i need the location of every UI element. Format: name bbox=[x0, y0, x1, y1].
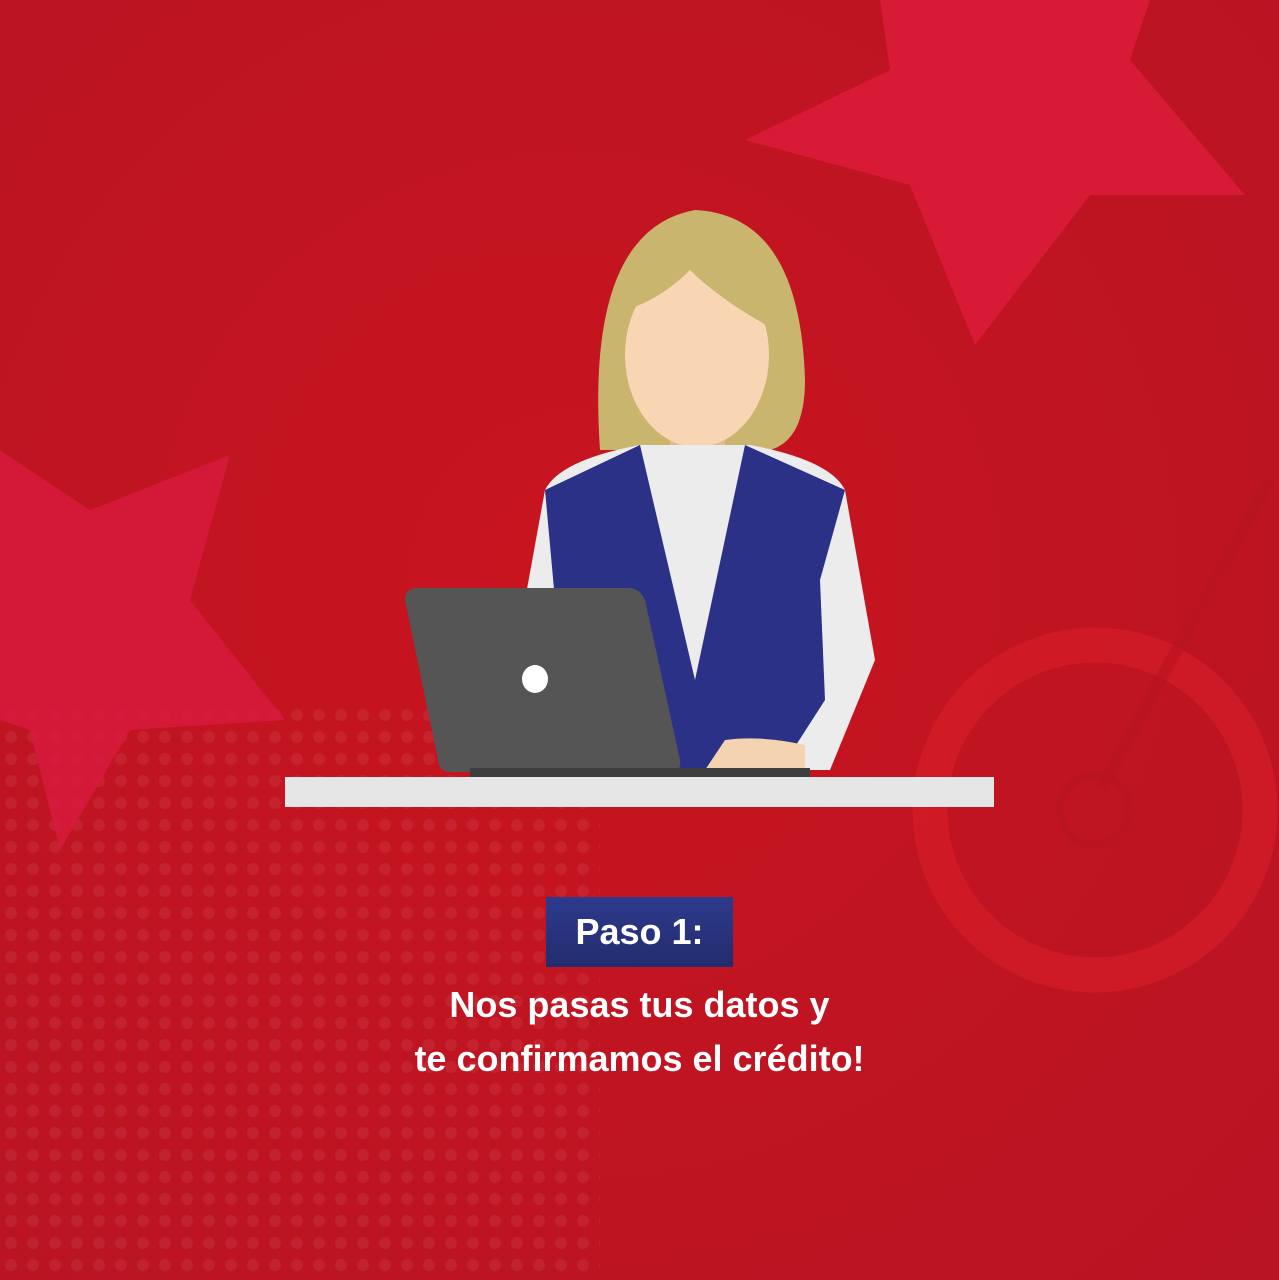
step-badge: Paso 1: bbox=[546, 897, 733, 967]
message-line-1: Nos pasas tus datos y bbox=[449, 984, 830, 1025]
message: Nos pasas tus datos y te confirmamos el … bbox=[0, 978, 1279, 1086]
message-line-2: te confirmamos el crédito! bbox=[414, 1038, 865, 1079]
laptop-logo bbox=[522, 665, 548, 693]
desk bbox=[285, 777, 994, 807]
background-illustration bbox=[0, 0, 1279, 1280]
step-label: Paso 1: bbox=[575, 911, 704, 952]
